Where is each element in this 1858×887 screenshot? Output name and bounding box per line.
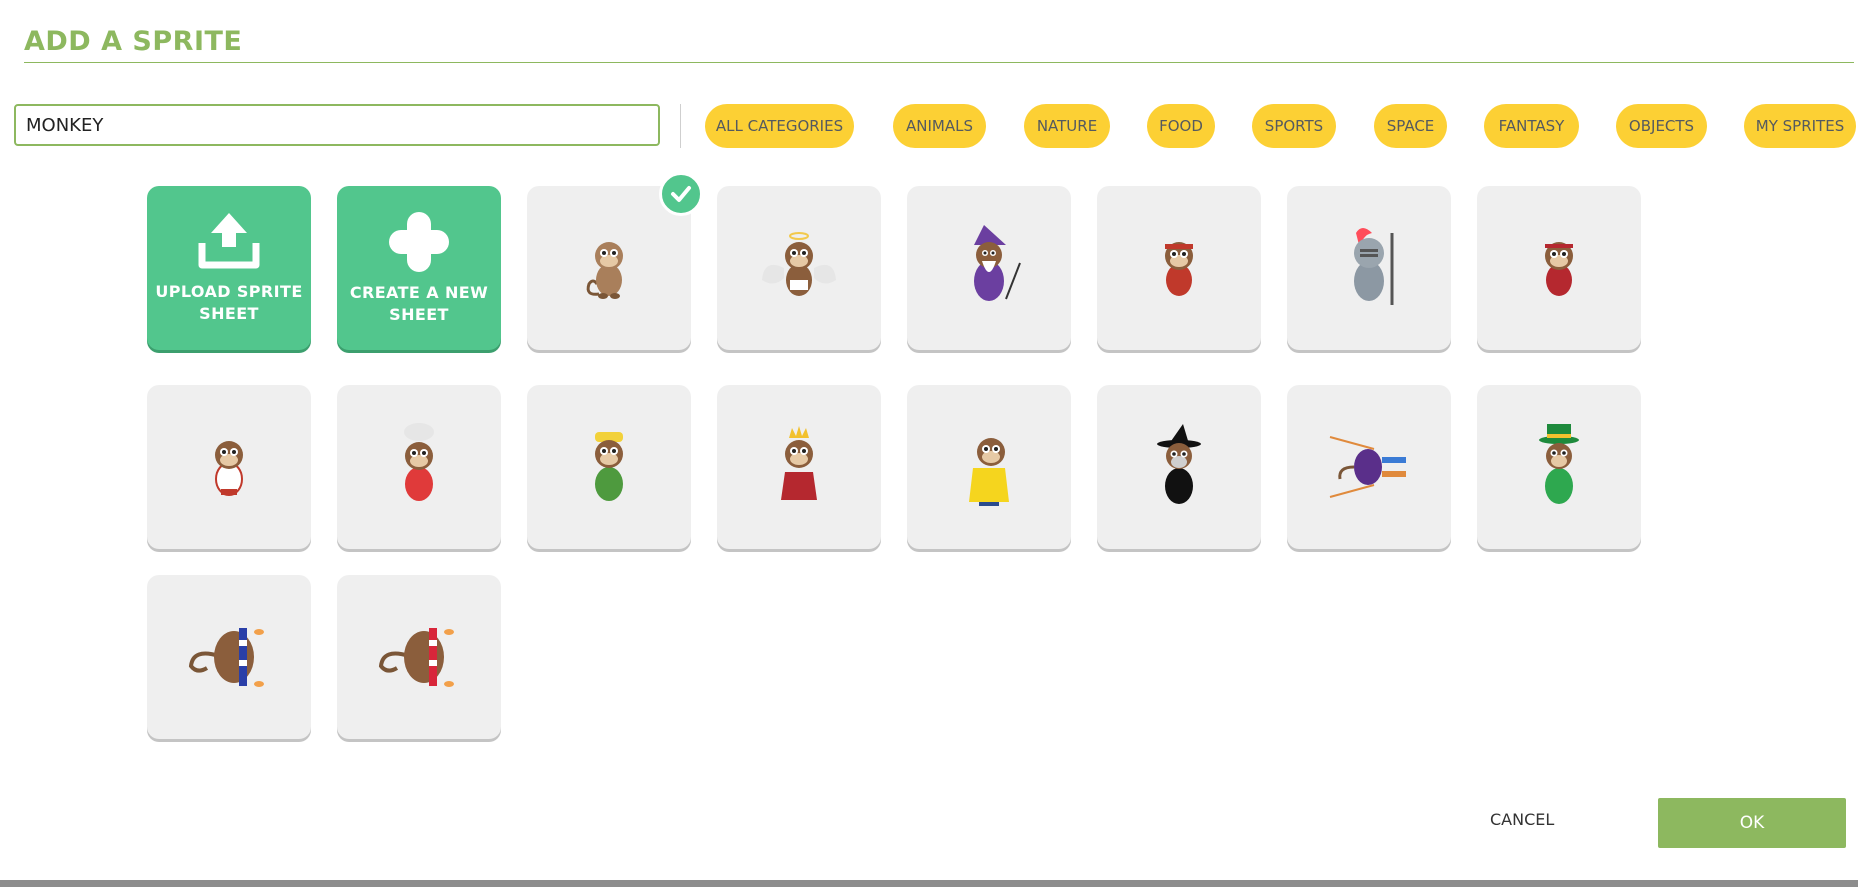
monkey-red-headband-sprite-icon [1165,242,1193,296]
category-nature[interactable]: NATURE [1024,104,1110,148]
monkey-raincoat-sprite-icon [969,438,1009,506]
category-sports[interactable]: SPORTS [1252,104,1336,148]
category-food[interactable]: FOOD [1147,104,1215,148]
monkey-ski-sprite-icon [1329,436,1406,498]
create-new-sheet-button[interactable]: CREATE A NEW SHEET [337,186,501,350]
sprite-tile-monkey-red-headband[interactable] [1097,186,1261,350]
monkey-white-jersey-sprite-icon [215,441,243,496]
sprite-tile-monkey-angel[interactable] [717,186,881,350]
upload-sprite-sheet-button[interactable]: UPLOAD SPRITE SHEET [147,186,311,350]
monkey-sprite-icon [586,242,623,299]
dialog-title: ADD A SPRITE [24,26,243,57]
category-animals[interactable]: ANIMALS [893,104,986,148]
sprite-tile-monkey-chef[interactable] [337,385,501,549]
monkey-blue-scarf-sprite-icon [188,628,264,687]
category-objects[interactable]: OBJECTS [1616,104,1707,148]
ok-button[interactable]: OK [1658,798,1846,848]
category-my-sprites[interactable]: MY SPRITES [1744,104,1856,148]
monkey-king-sprite-icon [781,426,817,500]
monkey-jersey-14-sprite-icon [1545,242,1573,296]
monkey-leprechaun-sprite-icon [1539,424,1579,504]
sprite-tile-monkey-king[interactable] [717,385,881,549]
search-input[interactable] [14,104,660,146]
create-label: CREATE A NEW SHEET [349,283,489,324]
bottom-edge [0,880,1858,887]
monkey-chef-sprite-icon [404,423,434,501]
sprite-tile-monkey-witch[interactable] [1097,385,1261,549]
sprite-tile-monkey-raincoat[interactable] [907,385,1071,549]
sprite-tile-monkey-jersey-14[interactable] [1477,186,1641,350]
monkey-red-scarf-sprite-icon [378,628,454,687]
toolbar-divider [680,104,681,148]
sprite-tile-monkey-red-scarf[interactable] [337,575,501,739]
monkey-knight-sprite-icon [1354,228,1394,305]
upload-label: UPLOAD SPRITE SHEET [155,282,303,323]
selected-check-icon [659,172,703,216]
sprite-tile-monkey-wizard[interactable] [907,186,1071,350]
sprite-tile-monkey-knight[interactable] [1287,186,1451,350]
sprite-tile-monkey-white-jersey-14[interactable] [147,385,311,549]
category-space[interactable]: SPACE [1374,104,1447,148]
cancel-button[interactable]: CANCEL [1490,810,1554,829]
title-divider [24,62,1854,63]
upload-icon [198,213,260,269]
monkey-yellow-hat-sprite-icon [595,432,623,501]
monkey-witch-sprite-icon [1157,424,1201,504]
sprite-tile-monkey-blue-scarf[interactable] [147,575,311,739]
monkey-angel-sprite-icon [762,232,836,296]
sprite-tile-monkey-ski[interactable] [1287,385,1451,549]
sprite-tile-monkey-yellow-hat[interactable] [527,385,691,549]
sprite-tile-monkey-leprechaun[interactable] [1477,385,1641,549]
monkey-wizard-sprite-icon [974,225,1021,301]
category-all[interactable]: ALL CATEGORIES [705,104,854,148]
category-fantasy[interactable]: FANTASY [1484,104,1579,148]
plus-icon [389,212,449,272]
